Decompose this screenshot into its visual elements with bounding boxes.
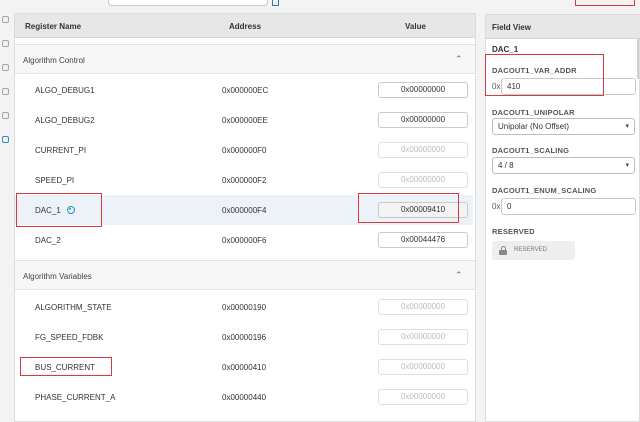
register-name: ALGORITHM_STATE: [35, 303, 112, 312]
rail-icon-1[interactable]: [2, 16, 9, 23]
table-row-fg-speed-fdbk[interactable]: FG_SPEED_FDBK 0x00000196 0x00000000: [15, 322, 473, 352]
register-name: PHASE_CURRENT_A: [35, 393, 116, 402]
enum-scaling-input[interactable]: 0: [501, 198, 636, 215]
register-address: 0x000000F6: [222, 236, 267, 245]
register-value-readonly: 0x00000000: [378, 359, 468, 375]
scaling-select-value: 4 / 8: [498, 161, 514, 170]
rail-icon-5[interactable]: [2, 112, 9, 119]
group-algorithm-variables[interactable]: Algorithm Variables ⌃: [15, 260, 475, 290]
header-address: Address: [229, 22, 262, 31]
panel-title: Field View: [492, 23, 531, 32]
table-row-speed-pi[interactable]: SPEED_PI 0x000000F2 0x00000000: [15, 165, 473, 195]
panel-header: Field View: [486, 15, 640, 39]
register-name: BUS_CURRENT: [35, 363, 96, 372]
register-address: 0x000000F2: [222, 176, 267, 185]
group-title: Algorithm Variables: [23, 272, 92, 281]
panel-scrollbar[interactable]: [637, 39, 639, 79]
register-value-input[interactable]: 0x00000000: [378, 112, 468, 128]
reserved-value: RESERVED: [514, 247, 547, 253]
left-rail: [0, 0, 12, 422]
reserved-field: RESERVED: [492, 241, 575, 260]
register-value-readonly: 0x00000000: [378, 329, 468, 345]
register-value-input[interactable]: 0x00000000: [378, 82, 468, 98]
hex-prefix: 0x: [492, 82, 501, 91]
search-input[interactable]: [108, 0, 268, 6]
register-name: CURRENT_PI: [35, 146, 87, 155]
field-label-scaling: DACOUT1_SCALING: [492, 146, 570, 155]
register-value-input[interactable]: 0x00044476: [378, 232, 468, 248]
register-address: 0x000000EE: [222, 116, 268, 125]
field-view-panel: Field View DAC_1 DACOUT1_VAR_ADDR 0x 410…: [485, 14, 640, 422]
table-row-bus-current[interactable]: BUS_CURRENT 0x00000410 0x00000000: [15, 352, 473, 382]
highlight-box-top: [575, 0, 635, 6]
register-address: 0x000000F4: [222, 206, 267, 215]
lock-icon: [499, 246, 507, 255]
field-label-var-addr: DACOUT1_VAR_ADDR: [492, 66, 577, 75]
register-name: FG_SPEED_FDBK: [35, 333, 104, 342]
field-label-enum-scaling: DACOUT1_ENUM_SCALING: [492, 186, 597, 195]
unipolar-select[interactable]: Unipolar (No Offset) ▾: [492, 118, 635, 135]
table-row-algorithm-state[interactable]: ALGORITHM_STATE 0x00000190 0x00000000: [15, 292, 473, 322]
header-register-name: Register Name: [25, 22, 82, 31]
table-header: Register Name Address Value: [15, 14, 475, 38]
register-address: 0x000000F0: [222, 146, 267, 155]
register-name: SPEED_PI: [35, 176, 75, 185]
register-name: ALGO_DEBUG1: [35, 86, 95, 95]
group-title: Algorithm Control: [23, 56, 85, 65]
register-value-readonly: 0x00000000: [378, 142, 468, 158]
info-icon[interactable]: [66, 205, 75, 214]
table-row-phase-current-a[interactable]: PHASE_CURRENT_A 0x00000440 0x00000000: [15, 382, 473, 412]
table-row-dac-2[interactable]: DAC_2 0x000000F6 0x00044476: [15, 225, 473, 255]
field-label-reserved: RESERVED: [492, 227, 535, 236]
chevron-down-icon: ▾: [625, 123, 629, 130]
field-view-register-name: DAC_1: [492, 45, 519, 54]
register-name: ALGO_DEBUG2: [35, 116, 95, 125]
rail-icon-4[interactable]: [2, 88, 9, 95]
group-algorithm-control[interactable]: Algorithm Control ⌃: [15, 44, 475, 74]
header-value: Value: [405, 22, 426, 31]
register-table: Register Name Address Value Algorithm Co…: [14, 13, 476, 422]
register-address: 0x00000410: [222, 363, 267, 372]
chevron-down-icon: ▾: [625, 162, 629, 169]
register-name-text: DAC_1: [35, 206, 61, 215]
register-address: 0x000000EC: [222, 86, 269, 95]
table-row-algo-debug1[interactable]: ALGO_DEBUG1 0x000000EC 0x00000000: [15, 75, 473, 105]
register-value-readonly: 0x00000000: [378, 299, 468, 315]
register-name: DAC_2: [35, 236, 61, 245]
chevron-up-icon[interactable]: ⌃: [455, 54, 463, 65]
register-address: 0x00000190: [222, 303, 267, 312]
field-label-unipolar: DACOUT1_UNIPOLAR: [492, 108, 575, 117]
scaling-select[interactable]: 4 / 8 ▾: [492, 157, 635, 174]
rail-icon-6[interactable]: [2, 136, 9, 143]
toolbar-icon[interactable]: [272, 0, 279, 6]
register-value-readonly: 0x00000000: [378, 172, 468, 188]
var-addr-input[interactable]: 410: [501, 78, 636, 95]
table-row-dac-1[interactable]: DAC_1 0x000000F4 0x00009410: [15, 195, 473, 225]
table-row-algo-debug2[interactable]: ALGO_DEBUG2 0x000000EE 0x00000000: [15, 105, 473, 135]
rail-icon-2[interactable]: [2, 40, 9, 47]
register-value-readonly: 0x00000000: [378, 389, 468, 405]
chevron-up-icon[interactable]: ⌃: [455, 270, 463, 281]
register-address: 0x00000440: [222, 393, 267, 402]
table-row-current-pi[interactable]: CURRENT_PI 0x000000F0 0x00000000: [15, 135, 473, 165]
register-name: DAC_1: [35, 205, 75, 215]
unipolar-select-value: Unipolar (No Offset): [498, 122, 569, 131]
register-address: 0x00000196: [222, 333, 267, 342]
rail-icon-3[interactable]: [2, 64, 9, 71]
hex-prefix: 0x: [492, 202, 501, 211]
register-value-readonly: 0x00009410: [378, 202, 468, 218]
